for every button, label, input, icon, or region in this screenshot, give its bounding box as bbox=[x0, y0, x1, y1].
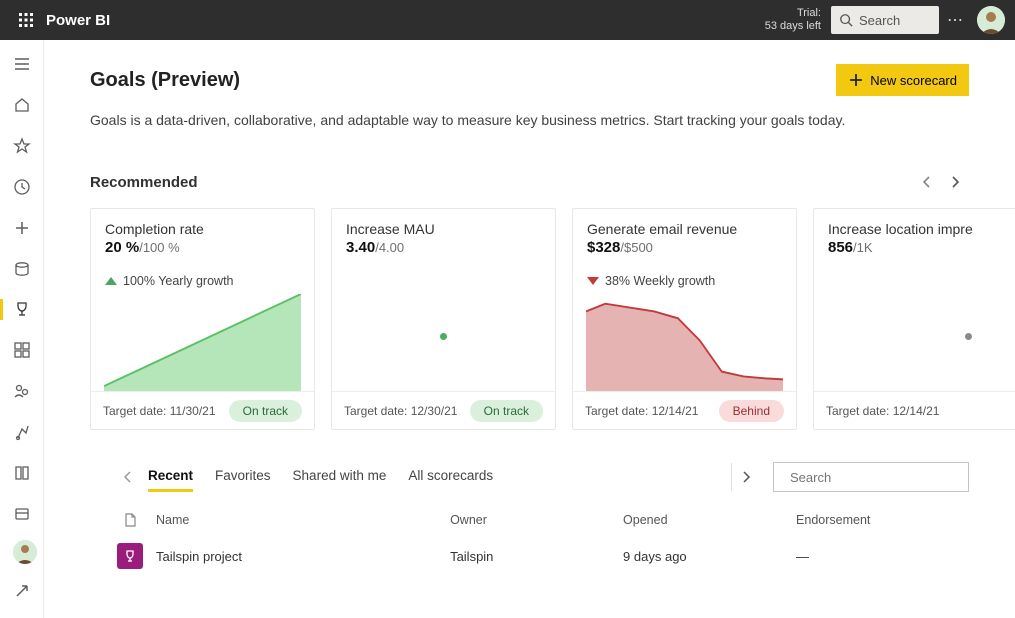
new-scorecard-button[interactable]: New scorecard bbox=[836, 64, 969, 96]
favorites-icon[interactable] bbox=[4, 132, 40, 161]
learn-icon[interactable] bbox=[4, 458, 40, 487]
card-status-pill: Behind bbox=[719, 400, 784, 422]
card-status-pill: On track bbox=[229, 400, 302, 422]
card-growth: 100% Yearly growth bbox=[105, 274, 300, 288]
row-opened: 9 days ago bbox=[623, 549, 796, 564]
card-title: Generate email revenue bbox=[587, 221, 782, 237]
hamburger-icon[interactable] bbox=[4, 50, 40, 79]
card-target: /1K bbox=[853, 240, 873, 255]
card-title: Increase location impre bbox=[828, 221, 1015, 237]
card-chart bbox=[104, 294, 301, 391]
recommended-cards: Completion rate 20 %/100 % 100% Yearly g… bbox=[90, 208, 1015, 430]
brand-label: Power BI bbox=[46, 12, 110, 29]
row-endorsement: — bbox=[796, 549, 969, 564]
file-icon bbox=[114, 513, 146, 527]
card-current: 3.40 bbox=[346, 239, 375, 256]
home-icon[interactable] bbox=[4, 91, 40, 120]
left-nav bbox=[0, 40, 44, 618]
new-scorecard-label: New scorecard bbox=[870, 73, 957, 88]
carousel-prev[interactable] bbox=[913, 168, 941, 196]
search-placeholder: Search bbox=[859, 13, 900, 28]
card-target-date: Target date: 11/30/21 bbox=[103, 404, 221, 418]
tab-all-scorecards[interactable]: All scorecards bbox=[408, 462, 493, 492]
table-header: Name Owner Opened Endorsement bbox=[114, 507, 969, 533]
goals-icon[interactable] bbox=[4, 295, 40, 324]
tabs-next[interactable] bbox=[731, 463, 759, 491]
scorecard-tabs: Recent Favorites Shared with me All scor… bbox=[114, 462, 969, 493]
tab-recent[interactable]: Recent bbox=[148, 462, 193, 492]
col-endorsement: Endorsement bbox=[796, 513, 969, 527]
main-content: Goals (Preview) New scorecard Goals is a… bbox=[44, 40, 1015, 618]
col-owner: Owner bbox=[450, 513, 623, 527]
data-point-dot bbox=[965, 333, 972, 340]
col-name: Name bbox=[146, 513, 450, 527]
card-chart bbox=[827, 262, 1015, 391]
scorecard-table: Name Owner Opened Endorsement Tailspin p… bbox=[114, 507, 969, 579]
card-current: $328 bbox=[587, 239, 620, 256]
recommended-title: Recommended bbox=[90, 174, 198, 191]
scorecard-badge-icon bbox=[117, 543, 143, 569]
card-chart bbox=[345, 262, 542, 391]
top-bar: Power BI Trial: 53 days left Search ⋯ bbox=[0, 0, 1015, 40]
goal-card[interactable]: Increase location impre 856/1K Target da… bbox=[813, 208, 1015, 430]
trend-down-icon bbox=[587, 277, 599, 285]
page-title: Goals (Preview) bbox=[90, 69, 240, 92]
app-launcher-icon[interactable] bbox=[10, 12, 42, 28]
workspaces-icon[interactable] bbox=[4, 499, 40, 528]
trial-label: Trial: bbox=[765, 7, 821, 20]
more-icon[interactable]: ⋯ bbox=[939, 10, 971, 30]
card-title: Increase MAU bbox=[346, 221, 541, 237]
pipelines-icon[interactable] bbox=[4, 417, 40, 446]
card-current: 20 % bbox=[105, 239, 139, 256]
card-target-date: Target date: 12/14/21 bbox=[585, 404, 711, 418]
card-target-date: Target date: 12/30/21 bbox=[344, 404, 462, 418]
global-search[interactable]: Search bbox=[831, 6, 939, 34]
datasets-icon[interactable] bbox=[4, 254, 40, 283]
card-target: /4.00 bbox=[375, 240, 404, 255]
row-owner: Tailspin bbox=[450, 549, 623, 564]
data-point-dot bbox=[440, 333, 447, 340]
card-growth: 38% Weekly growth bbox=[587, 274, 782, 288]
page-subtitle: Goals is a data-driven, collaborative, a… bbox=[90, 112, 1015, 128]
card-title: Completion rate bbox=[105, 221, 300, 237]
table-row[interactable]: Tailspin project Tailspin 9 days ago — bbox=[114, 533, 969, 579]
row-name: Tailspin project bbox=[146, 549, 450, 564]
goal-card[interactable]: Generate email revenue $328/$500 38% Wee… bbox=[572, 208, 797, 430]
recent-icon[interactable] bbox=[4, 172, 40, 201]
tabs-prev[interactable] bbox=[114, 463, 142, 491]
carousel-next[interactable] bbox=[941, 168, 969, 196]
workspace-avatar[interactable] bbox=[13, 540, 37, 564]
card-target: /100 % bbox=[139, 240, 179, 255]
goal-card[interactable]: Increase MAU 3.40/4.00 Target date: 12/3… bbox=[331, 208, 556, 430]
tab-favorites[interactable]: Favorites bbox=[215, 462, 271, 492]
shared-icon[interactable] bbox=[4, 377, 40, 406]
scorecard-search-input[interactable] bbox=[790, 470, 966, 485]
col-opened: Opened bbox=[623, 513, 796, 527]
tab-shared[interactable]: Shared with me bbox=[293, 462, 387, 492]
create-icon[interactable] bbox=[4, 213, 40, 242]
trial-remaining: 53 days left bbox=[765, 20, 821, 33]
card-status-pill: On track bbox=[470, 400, 543, 422]
card-target-date: Target date: 12/14/21 bbox=[826, 404, 1015, 418]
expand-icon[interactable] bbox=[4, 574, 40, 608]
scorecard-search[interactable] bbox=[773, 462, 969, 492]
goal-card[interactable]: Completion rate 20 %/100 % 100% Yearly g… bbox=[90, 208, 315, 430]
user-avatar[interactable] bbox=[977, 6, 1005, 34]
card-chart bbox=[586, 294, 783, 391]
trend-up-icon bbox=[105, 277, 117, 285]
card-target: /$500 bbox=[620, 240, 653, 255]
apps-icon[interactable] bbox=[4, 336, 40, 365]
trial-status: Trial: 53 days left bbox=[765, 7, 821, 33]
card-current: 856 bbox=[828, 239, 853, 256]
